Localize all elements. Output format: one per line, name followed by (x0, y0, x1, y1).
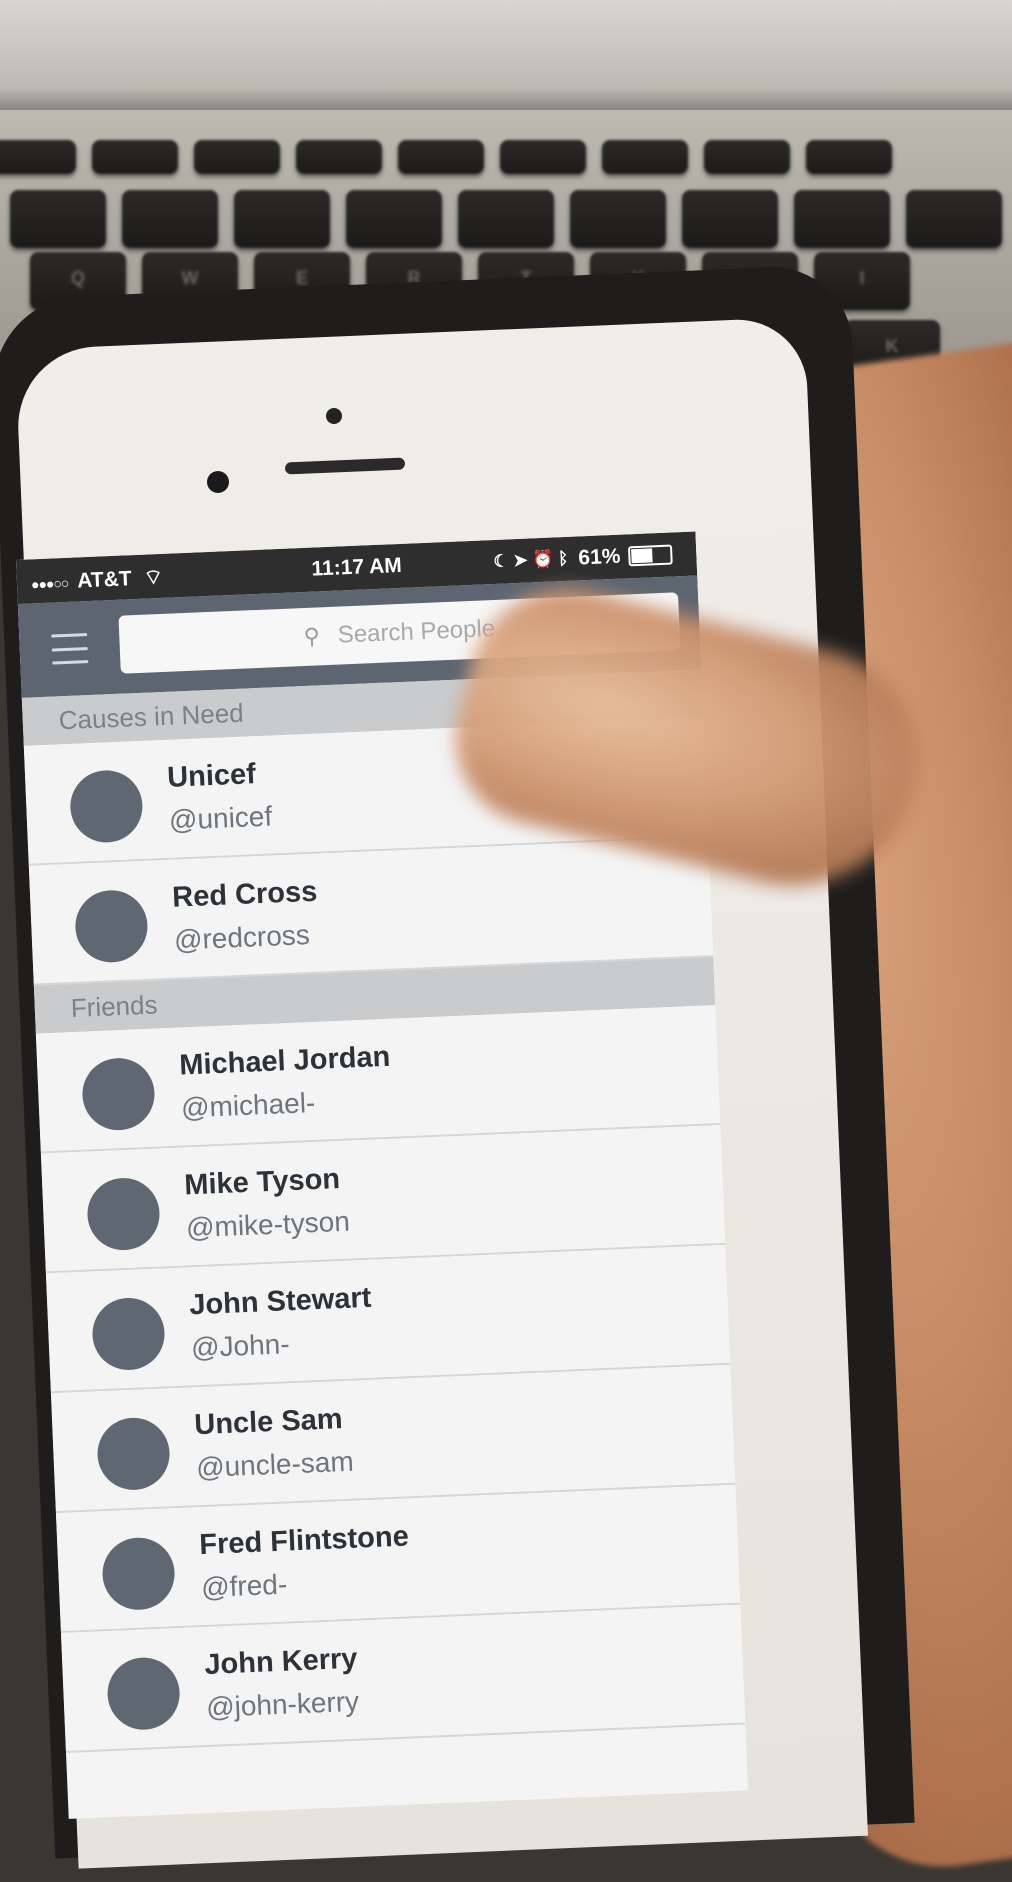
search-icon: ⚲ (303, 623, 321, 650)
keyboard-key (906, 190, 1002, 248)
key-label: W (181, 268, 199, 288)
front-camera (207, 471, 229, 493)
keyboard-key (92, 140, 178, 174)
bluetooth-icon: ᛒ (557, 548, 569, 569)
keyboard-key (234, 190, 330, 248)
keyboard-key (682, 190, 778, 248)
person-name: Fred Flintstone (198, 1520, 410, 1562)
hamburger-menu-icon[interactable] (51, 633, 89, 665)
keyboard-key (296, 140, 382, 174)
location-icon: ➤ (512, 550, 528, 571)
battery-fill (631, 548, 653, 564)
avatar (91, 1296, 166, 1372)
keyboard-key (458, 190, 554, 248)
status-icons: ☾ ➤ ⏰ ᛒ (493, 549, 569, 572)
avatar (96, 1416, 172, 1492)
person-name: Mike Tyson (183, 1162, 341, 1202)
person-name: Michael Jordan (178, 1040, 391, 1082)
keyboard-key (794, 190, 890, 248)
keyboard-key (398, 140, 484, 174)
person-name: John Kerry (203, 1642, 359, 1682)
avatar (106, 1656, 182, 1732)
key-label: I (859, 268, 865, 288)
keyboard-key (704, 140, 790, 174)
status-right: ☾ ➤ ⏰ ᛒ 61% (493, 543, 673, 574)
person-handle: @John- (190, 1328, 291, 1364)
avatar (73, 888, 149, 964)
keyboard-key (194, 140, 280, 174)
keyboard-key (570, 190, 666, 248)
person-handle: @john-kerry (205, 1685, 360, 1724)
person-name: Uncle Sam (193, 1403, 344, 1442)
key-row-1 (0, 140, 908, 174)
avatar (80, 1056, 156, 1132)
battery-percent: 61% (577, 544, 621, 570)
keyboard-key (500, 140, 586, 174)
person-name: Red Cross (171, 875, 318, 914)
person-name: John Stewart (188, 1281, 372, 1322)
avatar (101, 1536, 177, 1612)
person-handle: @redcross (173, 919, 311, 956)
keyboard-key (0, 140, 76, 174)
proximity-sensor (326, 408, 342, 424)
keyboard-key (806, 140, 892, 174)
person-handle: @michael- (180, 1086, 316, 1124)
person-handle: @mike-tyson (185, 1205, 351, 1244)
alarm-icon: ⏰ (531, 549, 554, 570)
person-handle: @unicef (168, 800, 273, 836)
key-label: Q (70, 268, 85, 288)
avatar (86, 1176, 161, 1252)
person-name: Unicef (166, 758, 257, 794)
battery-icon (627, 544, 673, 567)
laptop-hinge (0, 0, 1012, 110)
keyboard-key (602, 140, 688, 174)
person-handle: @fred- (200, 1568, 288, 1604)
keyboard-key (122, 190, 218, 248)
avatar (68, 768, 144, 844)
person-handle: @uncle-sam (195, 1445, 355, 1484)
search-placeholder: Search People (337, 615, 496, 649)
moon-icon: ☾ (492, 551, 510, 572)
keyboard-key (346, 190, 442, 248)
keyboard-key (10, 190, 106, 248)
key-row-2 (10, 190, 1012, 248)
key-label: K (885, 336, 899, 356)
